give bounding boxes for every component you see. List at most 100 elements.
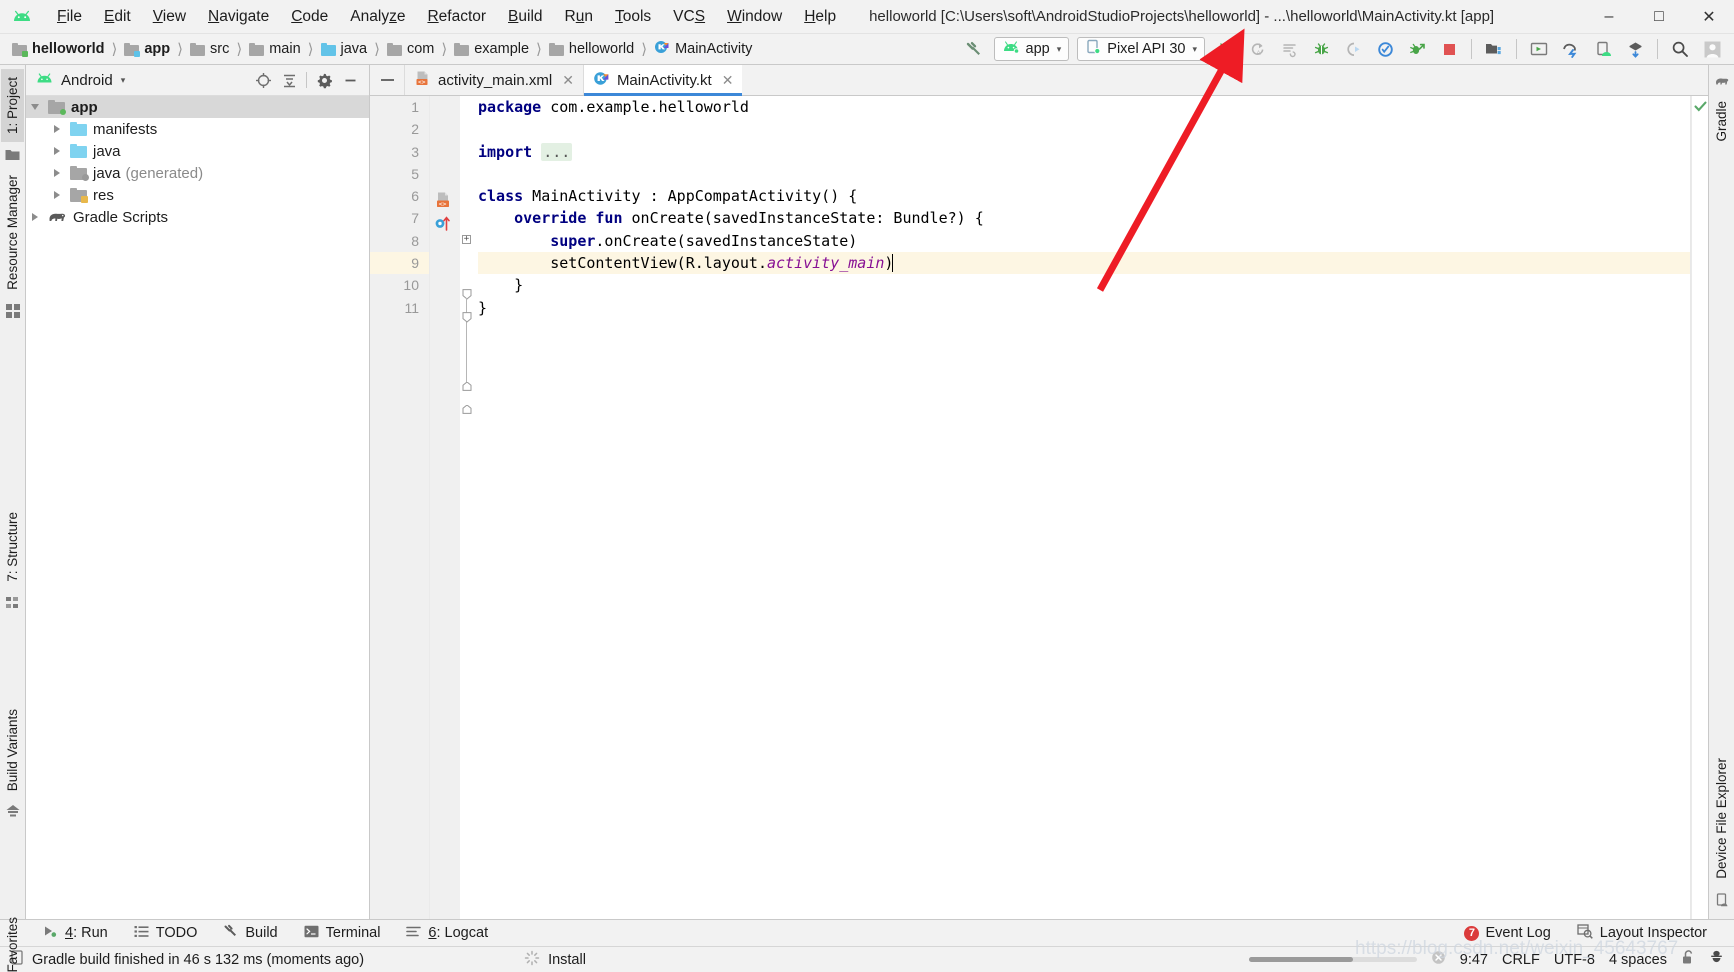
- bottom-tab-todo[interactable]: TODO: [121, 925, 211, 942]
- expand-toggle[interactable]: [48, 191, 66, 199]
- bottom-tab-build[interactable]: Build: [210, 924, 290, 942]
- resource-grid-icon[interactable]: [5, 303, 20, 318]
- expand-toggle[interactable]: [26, 213, 44, 221]
- project-structure-icon[interactable]: [1479, 36, 1509, 62]
- tree-node-gradle-scripts[interactable]: Gradle Scripts: [26, 206, 369, 228]
- apply-changes-icon[interactable]: A: [1242, 36, 1272, 62]
- breadcrumb-item-helloworld-pkg[interactable]: helloworld: [547, 41, 636, 57]
- expand-toggle[interactable]: [48, 125, 66, 133]
- breadcrumb-item-java[interactable]: java: [319, 41, 370, 57]
- breadcrumb-item-mainactivity[interactable]: MainActivity: [652, 39, 754, 59]
- inspection-stripe[interactable]: [1691, 96, 1708, 919]
- close-icon[interactable]: ✕: [562, 72, 574, 89]
- sidebar-tab-build-variants[interactable]: Build Variants: [1, 701, 24, 799]
- bottom-tab-run[interactable]: 4: Run: [30, 925, 121, 942]
- fold-end-method-icon[interactable]: [462, 378, 472, 395]
- minimize-button[interactable]: –: [1584, 0, 1634, 34]
- profiler-gauge-icon[interactable]: [1370, 36, 1400, 62]
- project-view-selector-label[interactable]: Android: [61, 72, 113, 89]
- sidebar-tab-resource-manager[interactable]: Resource Manager: [1, 167, 24, 298]
- code-line[interactable]: [478, 118, 1691, 140]
- code-line[interactable]: package com.example.helloworld: [478, 96, 1691, 118]
- stop-button[interactable]: [1434, 36, 1464, 62]
- fold-collapse-method-icon[interactable]: [462, 310, 472, 327]
- menu-refactor[interactable]: Refactor: [416, 5, 497, 29]
- gutter-icons[interactable]: <>: [430, 96, 460, 919]
- close-button[interactable]: ✕: [1684, 0, 1734, 34]
- crosshair-target-icon[interactable]: [250, 68, 276, 92]
- close-icon[interactable]: ✕: [722, 72, 734, 89]
- menu-window[interactable]: Window: [716, 5, 793, 29]
- menu-help[interactable]: Help: [793, 5, 847, 29]
- attach-debugger-icon[interactable]: [1338, 36, 1368, 62]
- gradle-panel-icon[interactable]: [1715, 75, 1729, 87]
- editor-tab-activity-main-xml[interactable]: <> activity_main.xml ✕: [404, 65, 583, 95]
- gear-icon[interactable]: [311, 68, 337, 92]
- breadcrumb-item-com[interactable]: com: [385, 41, 436, 57]
- tree-node-java[interactable]: java: [26, 140, 369, 162]
- tree-node-manifests[interactable]: manifests: [26, 118, 369, 140]
- maximize-button[interactable]: □: [1634, 0, 1684, 34]
- bottom-tab-terminal[interactable]: Terminal: [291, 925, 394, 942]
- unlocked-icon[interactable]: [1681, 950, 1695, 969]
- menu-view[interactable]: View: [142, 5, 197, 29]
- apply-code-changes-icon[interactable]: [1274, 36, 1304, 62]
- minimize-icon[interactable]: [337, 68, 363, 92]
- run-button[interactable]: [1210, 36, 1240, 62]
- menu-analyze[interactable]: Analyze: [339, 5, 416, 29]
- sidebar-tab-project[interactable]: 1: Project: [1, 69, 24, 143]
- hammer-build-icon[interactable]: [959, 36, 989, 62]
- editor-tab-mainactivity-kt[interactable]: MainActivity.kt ✕: [582, 65, 743, 96]
- menu-file[interactable]: File: [46, 5, 93, 29]
- breadcrumb-item-example[interactable]: example: [452, 41, 531, 57]
- coverage-icon[interactable]: [1402, 36, 1432, 62]
- menu-vcs[interactable]: VCS: [662, 5, 716, 29]
- sidebar-tab-device-file-explorer[interactable]: Device File Explorer: [1710, 750, 1733, 887]
- device-file-explorer-icon[interactable]: [1715, 893, 1729, 907]
- menu-edit[interactable]: Edit: [93, 5, 142, 29]
- breadcrumb-item-main[interactable]: main: [247, 41, 302, 57]
- sync-project-icon[interactable]: [1620, 36, 1650, 62]
- code-line[interactable]: }: [478, 274, 1691, 296]
- sdk-manager-icon[interactable]: [1524, 36, 1554, 62]
- expand-toggle[interactable]: [48, 169, 66, 177]
- debug-button[interactable]: [1306, 36, 1336, 62]
- layout-xml-gutter-icon[interactable]: <>: [434, 191, 453, 214]
- avatar-icon[interactable]: [1697, 36, 1727, 62]
- code-line-current[interactable]: setContentView(R.layout.activity_main): [478, 252, 1691, 275]
- code-line[interactable]: import ...: [478, 141, 1691, 163]
- run-configuration-selector[interactable]: app ▾: [993, 37, 1070, 61]
- tree-node-java-generated[interactable]: java (generated): [26, 162, 369, 184]
- sidebar-tab-gradle[interactable]: Gradle: [1710, 93, 1733, 150]
- folded-imports-placeholder[interactable]: ...: [541, 142, 573, 161]
- device-selector[interactable]: Pixel API 30 ▾: [1077, 37, 1205, 61]
- fold-end-class-icon[interactable]: [462, 401, 472, 418]
- code-line[interactable]: [478, 163, 1691, 185]
- tree-node-res[interactable]: res: [26, 184, 369, 206]
- project-folder-icon[interactable]: [5, 148, 20, 161]
- expand-toggle[interactable]: [26, 104, 44, 110]
- collapse-editor-icon[interactable]: [370, 65, 404, 95]
- code-line[interactable]: super.onCreate(savedInstanceState): [478, 230, 1691, 252]
- code-text-area[interactable]: package com.example.helloworld import ..…: [474, 96, 1691, 919]
- sidebar-tab-favorites[interactable]: 2: Favorites: [1, 909, 24, 972]
- device-android-icon[interactable]: [1588, 36, 1618, 62]
- menu-tools[interactable]: Tools: [604, 5, 662, 29]
- breadcrumb-item-app[interactable]: app: [122, 41, 172, 57]
- fold-collapse-class-icon[interactable]: [462, 287, 472, 304]
- code-line[interactable]: class MainActivity : AppCompatActivity()…: [478, 185, 1691, 207]
- project-tree[interactable]: app manifests java java (generated) res …: [26, 96, 369, 919]
- bottom-tab-logcat[interactable]: 6: Logcat: [393, 925, 501, 942]
- collapse-all-icon[interactable]: [276, 68, 302, 92]
- menu-navigate[interactable]: Navigate: [197, 5, 280, 29]
- build-variants-icon[interactable]: [6, 804, 20, 818]
- tree-node-app[interactable]: app: [26, 96, 369, 118]
- fold-expand-icon[interactable]: +: [462, 235, 471, 244]
- ok-checkmark-icon[interactable]: [1694, 100, 1707, 117]
- breadcrumb-item-src[interactable]: src: [188, 41, 231, 57]
- sidebar-tab-structure[interactable]: 7: Structure: [1, 504, 24, 590]
- code-line[interactable]: override fun onCreate(savedInstanceState…: [478, 207, 1691, 229]
- chevron-down-icon[interactable]: ▾: [121, 75, 126, 86]
- avd-manager-icon[interactable]: [1556, 36, 1586, 62]
- menu-code[interactable]: Code: [280, 5, 339, 29]
